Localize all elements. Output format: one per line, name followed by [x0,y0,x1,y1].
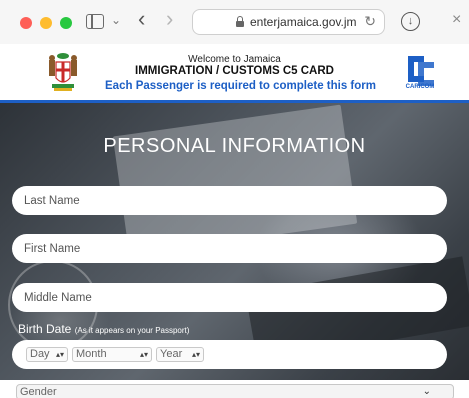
updown-arrow-icon: ▴▾ [191,350,200,359]
year-select[interactable]: Year ▴▾ [156,347,204,362]
year-select-value: Year [160,348,183,360]
reload-icon[interactable]: ↻ [364,13,376,30]
first-name-input[interactable] [12,234,447,263]
back-button[interactable]: ‹ [138,8,145,30]
page-title: IMMIGRATION / CUSTOMS C5 CARD [135,65,334,77]
chevron-down-icon: ⌄ [422,386,431,397]
address-bar[interactable]: enterjamaica.gov.jm ↻ [192,9,385,35]
header-subtitle: Each Passenger is required to complete t… [105,80,376,92]
browser-toolbar: ⌄ ‹ › enterjamaica.gov.jm ↻ ↓ × [0,0,469,44]
sidebar-toggle-icon[interactable] [86,14,104,29]
zoom-window-button[interactable] [60,17,72,29]
month-select-value: Month [76,348,107,360]
birth-date-note: (As it appears on your Passport) [74,326,190,335]
close-window-button[interactable] [20,17,32,29]
updown-arrow-icon: ▴▾ [55,350,64,359]
site-header: Welcome to Jamaica IMMIGRATION / CUSTOMS… [0,44,469,100]
day-select[interactable]: Day ▴▾ [26,347,68,362]
month-select[interactable]: Month ▴▾ [72,347,152,362]
chevron-down-icon[interactable]: ⌄ [111,13,121,27]
updown-arrow-icon: ▴▾ [139,350,148,359]
caricom-label: CARICOM [405,84,435,90]
section-title: PERSONAL INFORMATION [103,135,366,157]
birth-date-label: Birth Date (As it appears on your Passpo… [18,322,189,336]
middle-name-input[interactable] [12,283,447,312]
day-select-value: Day [30,348,50,360]
background-paper [112,104,358,256]
last-name-input[interactable] [12,186,447,215]
url-text: enterjamaica.gov.jm [250,15,357,29]
lock-icon [236,16,244,27]
header-welcome: Welcome to Jamaica [188,54,281,65]
close-icon[interactable]: × [452,11,461,29]
forward-button[interactable]: › [166,8,173,30]
birth-date-row: Day ▴▾ Month ▴▾ Year ▴▾ [12,340,447,369]
birth-date-label-text: Birth Date [18,322,72,336]
gender-select-value: Gender [20,386,57,398]
download-icon[interactable]: ↓ [401,12,420,31]
minimize-window-button[interactable] [40,17,52,29]
header-divider [0,100,469,103]
gender-select[interactable]: Gender ⌄ [16,384,454,398]
